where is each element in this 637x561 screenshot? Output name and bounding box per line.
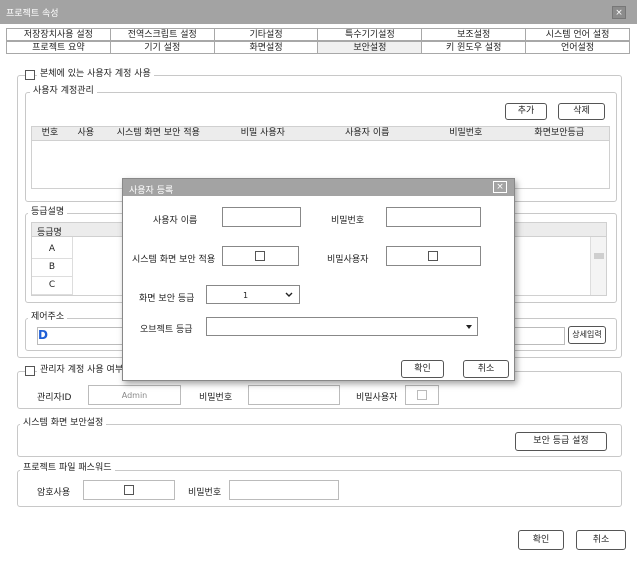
screen-security-title: 시스템 화면 보안설정 <box>20 418 107 429</box>
pw-use-checkbox[interactable] <box>124 485 134 495</box>
col-use: 사용 <box>77 128 94 138</box>
tab-system-language[interactable]: 시스템 언어 설정 <box>526 28 630 41</box>
dialog-sys-security-box <box>222 246 299 266</box>
chevron-down-icon <box>285 292 293 297</box>
user-register-dialog: 사용자 등록 × 사용자 이름 비밀번호 시스템 화면 보안 적용 비밀사용자 … <box>122 178 515 381</box>
cancel-button[interactable]: 취소 <box>576 530 626 550</box>
use-account-label: 본체에 있는 사용자 계정 사용 <box>37 69 154 80</box>
col-user-name: 사용자 이름 <box>345 128 390 138</box>
admin-use-checkbox[interactable] <box>25 366 35 376</box>
control-addr-title: 제어주소 <box>28 312 68 323</box>
ok-button[interactable]: 확인 <box>518 530 564 550</box>
tab-project-summary[interactable]: 프로젝트 요약 <box>6 41 111 54</box>
delete-user-button[interactable]: 삭제 <box>558 103 605 120</box>
admin-pw-label: 비밀번호 <box>199 393 233 403</box>
dialog-user-name-label: 사용자 이름 <box>153 216 198 226</box>
window-close-button[interactable]: × <box>612 6 626 19</box>
project-pw-input[interactable] <box>229 480 339 500</box>
dialog-password-label: 비밀번호 <box>331 216 365 226</box>
dialog-title: 사용자 등록 <box>129 186 174 196</box>
grade-desc-title: 등급설명 <box>28 207 68 218</box>
grade-row-c[interactable]: C <box>32 277 72 295</box>
dialog-secret-user-label: 비밀사용자 <box>327 255 369 265</box>
col-sys-security: 시스템 화면 보안 적용 <box>116 128 200 138</box>
tab-device-settings[interactable]: 기기 설정 <box>110 41 215 54</box>
window-titlebar: 프로젝트 속성 × <box>0 0 637 24</box>
grade-col-name: 등급명 <box>37 228 62 238</box>
col-secret-user: 비밀 사용자 <box>240 128 285 138</box>
dialog-ok-button[interactable]: 확인 <box>401 360 444 378</box>
admin-secret-checkbox[interactable] <box>417 390 427 400</box>
dialog-sys-security-checkbox[interactable] <box>255 251 265 261</box>
caret-down-icon <box>466 325 472 329</box>
use-account-checkbox[interactable] <box>25 70 35 80</box>
dialog-user-name-input[interactable] <box>222 207 301 227</box>
admin-use-label: 관리자 계정 사용 여부 <box>37 365 127 376</box>
tab-key-window-settings[interactable]: 키 윈도우 설정 <box>422 41 527 54</box>
dialog-cancel-button[interactable]: 취소 <box>463 360 509 378</box>
window-title: 프로젝트 속성 <box>6 9 59 19</box>
dialog-object-grade-select[interactable] <box>206 317 478 336</box>
dialog-secret-user-checkbox[interactable] <box>428 251 438 261</box>
tab-screen-settings[interactable]: 화면설정 <box>214 41 319 54</box>
add-user-button[interactable]: 추가 <box>505 103 547 120</box>
detail-input-button[interactable]: 상세입력 <box>568 326 606 344</box>
dialog-secret-user-box <box>386 246 481 266</box>
control-addr-value: D <box>38 328 48 342</box>
user-mgmt-title: 사용자 계정관리 <box>30 86 97 97</box>
admin-id-input[interactable]: Admin <box>88 385 181 405</box>
tab-misc-settings[interactable]: 기타설정 <box>214 28 319 41</box>
tab-aux-settings[interactable]: 보조설정 <box>422 28 527 41</box>
tab-global-script[interactable]: 전역스크립트 설정 <box>110 28 215 41</box>
col-password: 비밀번호 <box>449 128 483 138</box>
grade-row-b[interactable]: B <box>32 259 72 277</box>
user-table-header: 번호 사용 시스템 화면 보안 적용 비밀 사용자 사용자 이름 비밀번호 화면… <box>31 126 610 141</box>
tab-storage-settings[interactable]: 저장장치사용 설정 <box>6 28 111 41</box>
grade-scroll-thumb[interactable] <box>594 253 604 259</box>
pw-use-box <box>83 480 175 500</box>
col-screen-grade: 화면보안등급 <box>534 128 585 138</box>
tab-row-2: 프로젝트 요약 기기 설정 화면설정 보안설정 키 윈도우 설정 언어설정 <box>6 41 630 54</box>
tab-special-device[interactable]: 특수기기설정 <box>318 28 423 41</box>
col-number: 번호 <box>41 128 59 138</box>
admin-pw-input[interactable] <box>248 385 340 405</box>
tab-security-settings[interactable]: 보안설정 <box>318 41 423 54</box>
dialog-sys-security-label: 시스템 화면 보안 적용 <box>132 255 216 265</box>
project-pw-title: 프로젝트 파일 패스워드 <box>20 463 115 474</box>
security-grade-settings-button[interactable]: 보안 등급 설정 <box>515 432 607 451</box>
dialog-grade-select[interactable]: 1 <box>206 285 300 304</box>
admin-secret-box <box>405 385 439 405</box>
pw-use-label: 암호사용 <box>37 488 71 498</box>
dialog-close-button[interactable]: × <box>493 181 507 193</box>
grade-scrollbar[interactable] <box>590 237 606 295</box>
dialog-titlebar: 사용자 등록 × <box>123 179 514 196</box>
admin-secret-label: 비밀사용자 <box>356 393 398 403</box>
project-pw-label: 비밀번호 <box>188 488 222 498</box>
admin-id-label: 관리자ID <box>37 393 72 403</box>
dialog-grade-value: 1 <box>243 291 249 300</box>
tab-row-1: 저장장치사용 설정 전역스크립트 설정 기타설정 특수기기설정 보조설정 시스템… <box>6 28 630 41</box>
dialog-grade-label: 화면 보안 등급 <box>139 294 195 304</box>
tab-language-settings[interactable]: 언어설정 <box>526 41 630 54</box>
dialog-object-grade-label: 오브젝트 등급 <box>140 325 193 335</box>
grade-row-a[interactable]: A <box>32 241 72 259</box>
grade-column-divider <box>72 237 73 295</box>
dialog-password-input[interactable] <box>386 207 481 227</box>
